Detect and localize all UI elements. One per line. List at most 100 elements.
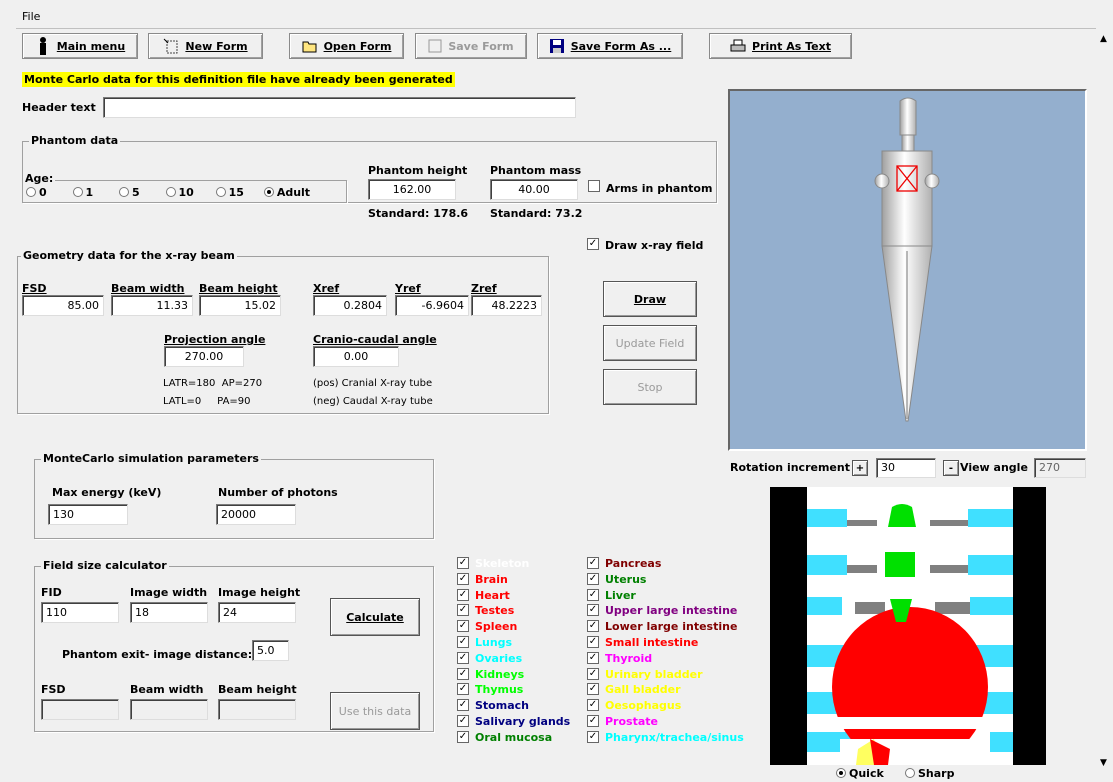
organ-checkbox[interactable]: ✓	[457, 683, 469, 696]
fsd-input[interactable]: 85.00	[22, 295, 104, 316]
max-energy-input[interactable]: 130	[48, 504, 128, 525]
radio-icon	[26, 187, 36, 197]
organ-checkbox[interactable]: ✓	[457, 667, 469, 680]
organ-checkbox[interactable]: ✓	[587, 604, 599, 617]
organ-checkbox[interactable]: ✓	[587, 683, 599, 696]
radio-icon	[215, 187, 226, 197]
organ-checkbox[interactable]: ✓	[457, 730, 469, 743]
organ-checkbox[interactable]: ✓	[457, 699, 469, 712]
phantom-3d-view[interactable]	[728, 89, 1087, 451]
organ-checkbox[interactable]: ✓	[457, 651, 469, 664]
yref-input[interactable]: -6.9604	[395, 295, 469, 316]
rotate-plus-button[interactable]: +	[852, 460, 868, 476]
organ-checkbox[interactable]: ✓	[457, 636, 469, 648]
standard-mass: Standard: 73.2	[490, 207, 583, 220]
cross-section-image	[770, 487, 1046, 765]
scroll-down-arrow[interactable]: ▼	[1100, 758, 1107, 768]
image-width-input[interactable]: 18	[130, 602, 208, 623]
exit-distance-input[interactable]: 5.0	[252, 640, 289, 661]
update-field-button[interactable]: Update Field	[603, 325, 697, 361]
sharp-radio[interactable]: Sharp	[905, 767, 954, 780]
beam-height-result-input	[218, 699, 296, 720]
cross-section-view[interactable]	[770, 487, 1046, 765]
cranio-caudal-label: Cranio-caudal angle	[313, 333, 437, 346]
organ-checkbox[interactable]: ✓	[587, 588, 599, 601]
use-this-data-button[interactable]: Use this data	[330, 692, 420, 730]
organ-checkbox[interactable]: ✓	[587, 636, 599, 648]
organ-checkbox[interactable]: ✓	[587, 667, 599, 680]
organ-checkbox[interactable]: ✓	[587, 715, 599, 727]
stop-button[interactable]: Stop	[603, 369, 697, 405]
organ-checkbox[interactable]: ✓	[457, 557, 469, 569]
header-text-input[interactable]	[103, 97, 576, 118]
radio-icon	[905, 768, 915, 778]
fid-label: FID	[41, 586, 62, 599]
standard-height: Standard: 178.6	[368, 207, 469, 220]
xref-input[interactable]: 0.2804	[313, 295, 387, 316]
organ-checkbox[interactable]: ✓	[457, 604, 469, 617]
save-form-as-button[interactable]: Save Form As ...	[537, 33, 683, 59]
fid-input[interactable]: 110	[41, 602, 119, 623]
save-form-label: Save Form	[448, 39, 514, 53]
age-radio-0[interactable]: 0	[26, 186, 47, 199]
new-form-icon	[164, 38, 178, 54]
fsd-label: FSD	[22, 282, 47, 295]
projection-angle-input[interactable]: 270.00	[164, 346, 244, 367]
phantom-height-input[interactable]: 162.00	[368, 179, 456, 200]
save-form-button[interactable]: Save Form	[415, 33, 527, 59]
organ-label: Ovaries	[475, 651, 523, 665]
view-angle-label: View angle	[960, 461, 1028, 474]
zref-input[interactable]: 48.2223	[471, 295, 542, 316]
organ-label: Kidneys	[475, 667, 525, 681]
scroll-up-arrow[interactable]: ▲	[1100, 34, 1107, 44]
organ-checkbox[interactable]: ✓	[587, 620, 599, 633]
organ-checkbox[interactable]: ✓	[587, 730, 599, 743]
beam-height-input[interactable]: 15.02	[199, 295, 281, 316]
rotate-minus-button[interactable]: -	[943, 460, 959, 476]
age-radio-5[interactable]: 5	[119, 186, 140, 199]
new-form-button[interactable]: New Form	[148, 33, 263, 59]
organ-checkbox[interactable]: ✓	[587, 651, 599, 664]
person-icon	[39, 37, 46, 55]
age-radio-1[interactable]: 1	[72, 186, 93, 199]
calculate-button[interactable]: Calculate	[330, 598, 420, 636]
photons-input[interactable]: 20000	[216, 504, 296, 525]
radio-icon	[165, 187, 176, 197]
image-height-input[interactable]: 24	[218, 602, 296, 623]
organ-checkbox[interactable]: ✓	[457, 588, 469, 601]
menu-file[interactable]: File	[22, 10, 40, 23]
organ-checkbox[interactable]: ✓	[587, 699, 599, 712]
organ-checkbox[interactable]: ✓	[457, 715, 469, 727]
draw-xray-field-checkbox[interactable]: ✓	[587, 238, 599, 250]
organ-label: Stomach	[475, 699, 529, 713]
calculate-label: Calculate	[346, 610, 404, 624]
organ-checkbox[interactable]: ✓	[587, 557, 599, 569]
tube-note-2: (neg) Caudal X-ray tube	[313, 396, 433, 407]
cranio-caudal-input[interactable]: 0.00	[313, 346, 399, 367]
organ-label: Brain	[475, 572, 508, 586]
menu-separator	[16, 28, 1096, 29]
field-calculator-title: Field size calculator	[41, 559, 169, 572]
arms-checkbox[interactable]	[588, 180, 600, 192]
organ-checkbox[interactable]: ✓	[457, 620, 469, 633]
age-radio-adult[interactable]: Adult	[263, 186, 310, 199]
print-as-text-button[interactable]: Print As Text	[709, 33, 852, 59]
organ-checkbox[interactable]: ✓	[457, 572, 469, 585]
folder-open-icon	[302, 41, 317, 53]
age-radio-10[interactable]: 10	[165, 186, 194, 199]
phantom-mass-input[interactable]: 40.00	[490, 179, 578, 200]
photons-label: Number of photons	[218, 486, 338, 499]
age-radio-15[interactable]: 15	[215, 186, 244, 199]
rotation-increment-input[interactable]: 30	[876, 458, 936, 478]
radio-selected-icon	[836, 768, 846, 778]
quick-radio[interactable]: Quick	[836, 767, 884, 780]
open-form-button[interactable]: Open Form	[289, 33, 404, 59]
main-menu-button[interactable]: Main menu	[22, 33, 138, 59]
beam-width-input[interactable]: 11.33	[111, 295, 193, 316]
montecarlo-group: MonteCarlo simulation parameters	[34, 452, 434, 539]
organ-checkbox[interactable]: ✓	[587, 572, 599, 585]
organ-label: Spleen	[475, 620, 518, 634]
age-title: Age:	[23, 172, 56, 185]
draw-button[interactable]: Draw	[603, 281, 697, 317]
rotation-increment-label: Rotation increment	[730, 461, 850, 474]
